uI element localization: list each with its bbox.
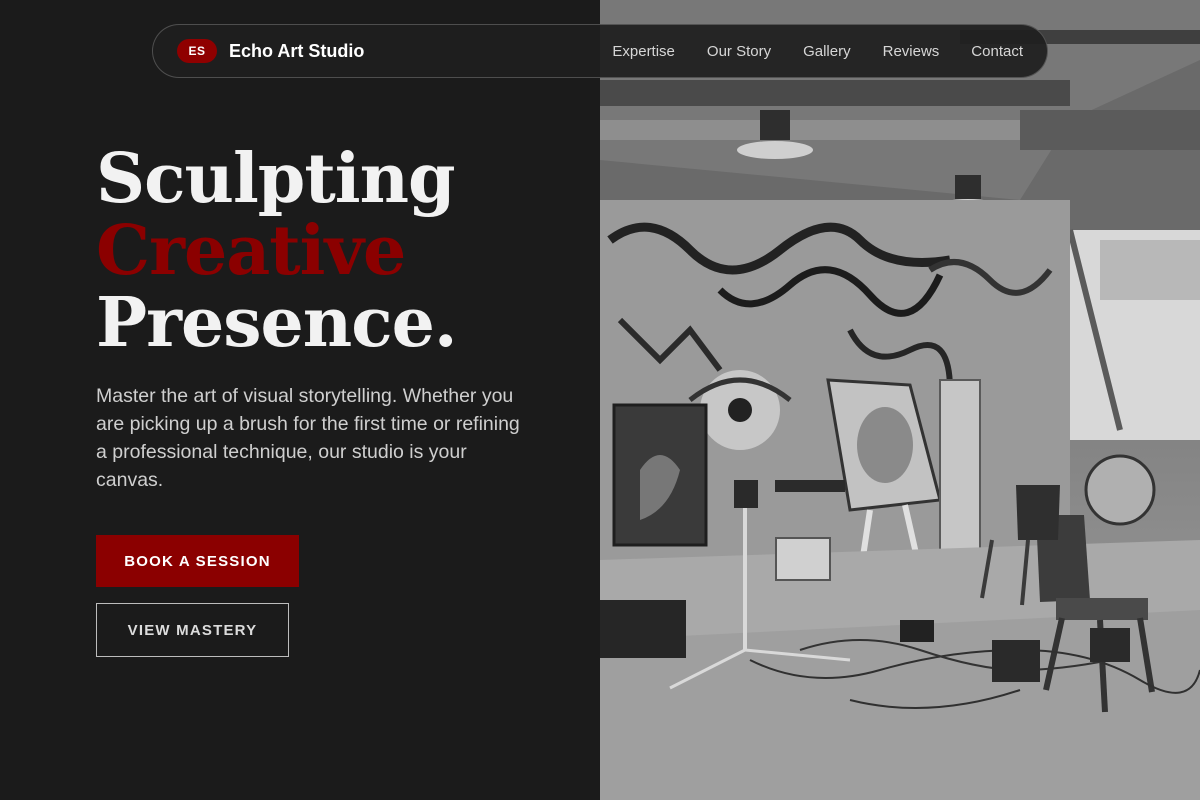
- top-nav: ES Echo Art Studio Expertise Our Story G…: [152, 24, 1048, 78]
- brand-name: Echo Art Studio: [229, 40, 365, 61]
- nav-item-reviews[interactable]: Reviews: [883, 43, 940, 60]
- nav-item-expertise[interactable]: Expertise: [612, 43, 675, 60]
- nav-menu: Expertise Our Story Gallery Reviews Cont…: [612, 43, 1023, 60]
- view-mastery-button[interactable]: VIEW MASTERY: [96, 603, 289, 657]
- hero-title-line-1: Sculpting: [96, 139, 456, 219]
- hero-title-line-2: Creative: [96, 211, 406, 291]
- hero-title-line-3: Presence.: [96, 283, 458, 363]
- studio-photo: [600, 0, 1200, 800]
- book-session-button[interactable]: BOOK A SESSION: [96, 535, 299, 587]
- nav-item-gallery[interactable]: Gallery: [803, 43, 851, 60]
- nav-item-our-story[interactable]: Our Story: [707, 43, 771, 60]
- brand[interactable]: ES Echo Art Studio: [177, 39, 364, 63]
- nav-item-contact[interactable]: Contact: [971, 43, 1023, 60]
- brand-badge: ES: [177, 39, 217, 63]
- hero-description: Master the art of visual storytelling. W…: [96, 385, 520, 491]
- hero-title: Sculpting Creative Presence.: [96, 143, 576, 359]
